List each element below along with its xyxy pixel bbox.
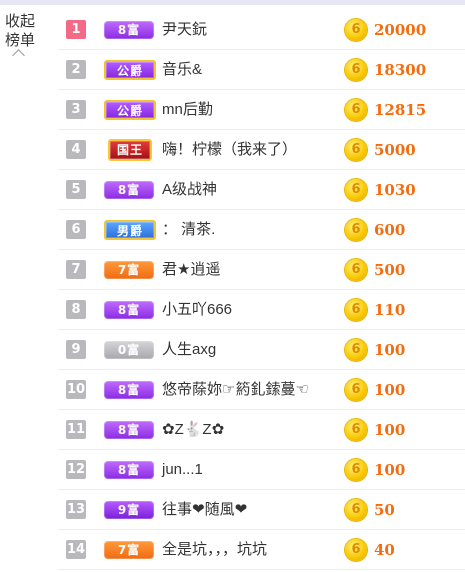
coin-icon: 6 — [345, 499, 367, 521]
ranking-row[interactable]: 12 8富 jun...1 6 100 — [58, 450, 465, 490]
coin-icon: 6 — [345, 459, 367, 481]
coin-amount: 100 — [374, 381, 406, 399]
ranking-row[interactable]: 2 公爵 音乐& 6 18300 — [58, 50, 465, 90]
collapse-label-line2: 榜单 — [4, 31, 35, 49]
user-name[interactable]: 往事❤随風❤ — [162, 490, 247, 530]
coin-icon: 6 — [345, 259, 367, 281]
rank-number: 12 — [66, 460, 86, 479]
coin-icon: 6 — [345, 99, 367, 121]
coin-amount: 1030 — [374, 181, 416, 199]
ranking-row[interactable]: 7 7富 君★逍遥 6 500 — [58, 250, 465, 290]
user-name[interactable]: 小五吖666 — [162, 290, 232, 330]
rank-number: 2 — [66, 60, 86, 79]
level-badge: 公爵 — [104, 60, 156, 80]
collapse-label-line1: 收起 — [4, 12, 35, 30]
rank-number: 14 — [66, 540, 86, 559]
level-badge: 8富 — [104, 301, 154, 319]
level-badge: 8富 — [104, 461, 154, 479]
ranking-row[interactable]: 14 7富 全是坑，，，坑坑 6 40 — [58, 530, 465, 570]
rank-number: 1 — [66, 20, 86, 39]
ranking-row[interactable]: 11 8富 ✿Z🐇Z✿ 6 100 — [58, 410, 465, 450]
ranking-row[interactable]: 9 0富 人生axg 6 100 — [58, 330, 465, 370]
user-name[interactable]: jun...1 — [162, 450, 203, 490]
level-badge: 8富 — [104, 21, 154, 39]
level-badge: 8富 — [104, 181, 154, 199]
coin-icon: 6 — [345, 299, 367, 321]
level-badge: 男爵 — [104, 220, 156, 240]
rank-number: 11 — [66, 420, 86, 439]
chevron-up-icon — [12, 49, 25, 62]
user-name[interactable]: ： 清茶. — [162, 210, 215, 250]
rank-number: 3 — [66, 100, 86, 119]
ranking-row[interactable]: 1 8富 尹天鈨 6 20000 — [58, 10, 465, 50]
coin-icon: 6 — [345, 19, 367, 41]
ranking-list: 1 8富 尹天鈨 6 20000 2 公爵 音乐& 6 18300 3 公爵 mn后勤 6 12815 4 国王… — [58, 10, 465, 570]
ranking-row[interactable]: 4 国王 嗨！柠檬（我来了） 6 5000 — [58, 130, 465, 170]
coin-icon: 6 — [345, 59, 367, 81]
coin-icon: 6 — [345, 139, 367, 161]
coin-amount: 18300 — [374, 61, 427, 79]
user-name[interactable]: ✿Z🐇Z✿ — [162, 410, 224, 450]
user-name[interactable]: 人生axg — [162, 330, 216, 370]
level-badge: 0富 — [104, 341, 154, 359]
level-badge: 8富 — [104, 421, 154, 439]
rank-number: 6 — [66, 220, 86, 239]
coin-icon: 6 — [345, 339, 367, 361]
coin-icon: 6 — [345, 179, 367, 201]
coin-amount: 12815 — [374, 101, 427, 119]
rank-number: 5 — [66, 180, 86, 199]
rank-number: 9 — [66, 340, 86, 359]
rank-number: 4 — [66, 140, 86, 159]
level-badge: 7富 — [104, 541, 154, 559]
coin-amount: 110 — [374, 301, 406, 319]
rank-number: 10 — [66, 380, 86, 399]
collapse-ranking-button[interactable]: 收起 榜单 — [0, 12, 42, 62]
ranking-row[interactable]: 8 8富 小五吖666 6 110 — [58, 290, 465, 330]
level-badge: 8富 — [104, 381, 154, 399]
level-badge: 9富 — [104, 501, 154, 519]
coin-amount: 100 — [374, 461, 406, 479]
coin-icon: 6 — [345, 419, 367, 441]
user-name[interactable]: 尹天鈨 — [162, 10, 207, 50]
user-name[interactable]: 嗨！柠檬（我来了） — [162, 130, 297, 170]
user-name[interactable]: A级战神 — [162, 170, 217, 210]
level-badge: 公爵 — [104, 100, 156, 120]
level-badge: 国王 — [108, 139, 152, 161]
coin-amount: 500 — [374, 261, 406, 279]
coin-icon: 6 — [345, 539, 367, 561]
coin-amount: 100 — [374, 341, 406, 359]
user-name[interactable]: 全是坑，，，坑坑 — [162, 530, 267, 570]
ranking-row[interactable]: 3 公爵 mn后勤 6 12815 — [58, 90, 465, 130]
coin-amount: 5000 — [374, 141, 416, 159]
coin-icon: 6 — [345, 219, 367, 241]
ranking-row[interactable]: 13 9富 往事❤随風❤ 6 50 — [58, 490, 465, 530]
coin-amount: 50 — [374, 501, 395, 519]
user-name[interactable]: mn后勤 — [162, 90, 213, 130]
coin-amount: 600 — [374, 221, 406, 239]
user-name[interactable]: 音乐& — [162, 50, 202, 90]
coin-amount: 40 — [374, 541, 395, 559]
rank-number: 8 — [66, 300, 86, 319]
coin-amount: 100 — [374, 421, 406, 439]
ranking-row[interactable]: 10 8富 悠帝蒢妳☞箹釓鎍蔓☜ 6 100 — [58, 370, 465, 410]
ranking-row[interactable]: 5 8富 A级战神 6 1030 — [58, 170, 465, 210]
top-bar — [0, 0, 465, 5]
coin-icon: 6 — [345, 379, 367, 401]
rank-number: 13 — [66, 500, 86, 519]
user-name[interactable]: 君★逍遥 — [162, 250, 220, 290]
ranking-row[interactable]: 6 男爵 ： 清茶. 6 600 — [58, 210, 465, 250]
level-badge: 7富 — [104, 261, 154, 279]
user-name[interactable]: 悠帝蒢妳☞箹釓鎍蔓☜ — [162, 370, 309, 410]
coin-amount: 20000 — [374, 21, 427, 39]
rank-number: 7 — [66, 260, 86, 279]
